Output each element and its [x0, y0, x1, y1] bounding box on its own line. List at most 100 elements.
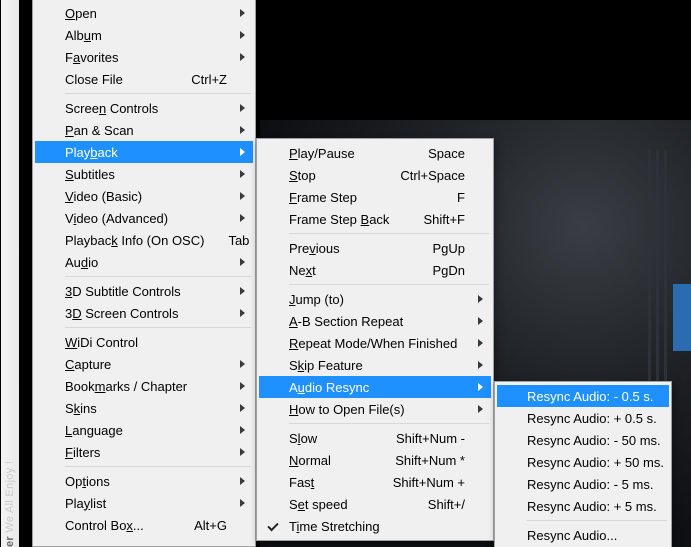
menu-item-set-speed[interactable]: Set speed Shift+/: [259, 493, 491, 515]
menu-separator: [65, 93, 251, 94]
menu-item-album[interactable]: Album: [35, 24, 253, 46]
submenu-arrow-icon: [240, 192, 245, 200]
menu-item-label: Video (Basic): [65, 189, 227, 204]
menu-item-resync-plus-5ms[interactable]: Resync Audio: + 5 ms.: [497, 495, 669, 517]
menu-item-label: Playback Info (On OSC): [65, 233, 204, 248]
submenu-arrow-icon: [478, 339, 483, 347]
menu-separator: [527, 520, 667, 521]
menu-item-label: Subtitles: [65, 167, 227, 182]
menu-item-label: Control Box...: [65, 518, 170, 533]
menu-item-label: Repeat Mode/When Finished: [289, 336, 465, 351]
menu-item-resync-custom[interactable]: Resync Audio...: [497, 524, 669, 546]
menu-item-frame-step-back[interactable]: Frame Step Back Shift+F: [259, 208, 491, 230]
menu-item-stop[interactable]: Stop Ctrl+Space: [259, 164, 491, 186]
submenu-arrow-icon: [240, 9, 245, 17]
submenu-arrow-icon: [478, 383, 483, 391]
menu-item-playlist[interactable]: Playlist: [35, 492, 253, 514]
menu-item-label: Skip Feature: [289, 358, 465, 373]
submenu-arrow-icon: [240, 477, 245, 485]
menu-item-pan-scan[interactable]: Pan & Scan: [35, 119, 253, 141]
menu-item-accelerator: Shift+F: [423, 212, 465, 227]
menu-item-bookmarks[interactable]: Bookmarks / Chapter: [35, 375, 253, 397]
menu-item-playback[interactable]: Playback: [35, 141, 253, 163]
menu-separator: [65, 276, 251, 277]
menu-item-capture[interactable]: Capture: [35, 353, 253, 375]
menu-item-skins[interactable]: Skins: [35, 397, 253, 419]
menu-item-accelerator: PgUp: [432, 241, 465, 256]
menu-item-language[interactable]: Language: [35, 419, 253, 441]
menu-item-label: Resync Audio: + 0.5 s.: [527, 411, 657, 426]
menu-item-previous[interactable]: Previous PgUp: [259, 237, 491, 259]
menu-item-slow[interactable]: Slow Shift+Num -: [259, 427, 491, 449]
playlist-tab-hint[interactable]: [673, 284, 691, 351]
menu-item-next[interactable]: Next PgDn: [259, 259, 491, 281]
menu-item-audio-resync[interactable]: Audio Resync: [259, 376, 491, 398]
menu-item-normal[interactable]: Normal Shift+Num *: [259, 449, 491, 471]
menu-item-label: Resync Audio: - 50 ms.: [527, 433, 661, 448]
menu-item-ab-repeat[interactable]: A-B Section Repeat: [259, 310, 491, 332]
menu-item-label: Resync Audio: - 5 ms.: [527, 477, 653, 492]
menu-item-label: Close File: [65, 72, 167, 87]
menu-item-accelerator: Tab: [228, 233, 249, 248]
menu-item-jump[interactable]: Jump (to): [259, 288, 491, 310]
submenu-arrow-icon: [240, 382, 245, 390]
submenu-arrow-icon: [240, 214, 245, 222]
menu-item-control-box[interactable]: Control Box... Alt+G: [35, 514, 253, 536]
menu-item-resync-minus-50ms[interactable]: Resync Audio: - 50 ms.: [497, 429, 669, 451]
menu-item-label: Screen Controls: [65, 101, 227, 116]
submenu-audio-resync: Resync Audio: - 0.5 s. Resync Audio: + 0…: [494, 381, 672, 547]
menu-separator: [289, 423, 489, 424]
menu-item-label: Album: [65, 28, 227, 43]
menu-item-video-basic[interactable]: Video (Basic): [35, 185, 253, 207]
submenu-arrow-icon: [240, 426, 245, 434]
menu-item-label: 3D Screen Controls: [65, 306, 227, 321]
menu-item-accelerator: Ctrl+Z: [191, 72, 227, 87]
menu-item-accelerator: Shift+Num -: [396, 431, 465, 446]
menu-item-filters[interactable]: Filters: [35, 441, 253, 463]
menu-item-close-file[interactable]: Close File Ctrl+Z: [35, 68, 253, 90]
menu-item-repeat-mode[interactable]: Repeat Mode/When Finished: [259, 332, 491, 354]
menu-item-open[interactable]: Open: [35, 2, 253, 24]
menu-item-skip-feature[interactable]: Skip Feature: [259, 354, 491, 376]
menu-item-resync-minus-0-5s[interactable]: Resync Audio: - 0.5 s.: [497, 385, 669, 407]
menu-item-fast[interactable]: Fast Shift+Num +: [259, 471, 491, 493]
menu-item-label: Resync Audio...: [527, 528, 643, 543]
menu-item-label: Playback: [65, 145, 227, 160]
menu-item-favorites[interactable]: Favorites: [35, 46, 253, 68]
menu-separator: [65, 327, 251, 328]
menu-item-label: Resync Audio: + 5 ms.: [527, 499, 657, 514]
menu-item-accelerator: Alt+G: [194, 518, 227, 533]
menu-item-audio[interactable]: Audio: [35, 251, 253, 273]
menu-item-subtitles[interactable]: Subtitles: [35, 163, 253, 185]
menu-item-label: Language: [65, 423, 227, 438]
menu-item-label: Next: [289, 263, 408, 278]
menu-item-frame-step[interactable]: Frame Step F: [259, 186, 491, 208]
menu-item-label: Jump (to): [289, 292, 465, 307]
menu-item-label: Favorites: [65, 50, 227, 65]
menu-item-video-advanced[interactable]: Video (Advanced): [35, 207, 253, 229]
menu-item-label: 3D Subtitle Controls: [65, 284, 227, 299]
menu-item-screen-controls[interactable]: Screen Controls: [35, 97, 253, 119]
menu-item-resync-minus-5ms[interactable]: Resync Audio: - 5 ms.: [497, 473, 669, 495]
menu-item-accelerator: Ctrl+Space: [400, 168, 465, 183]
menu-separator: [289, 284, 489, 285]
submenu-arrow-icon: [478, 361, 483, 369]
menu-item-resync-plus-50ms[interactable]: Resync Audio: + 50 ms.: [497, 451, 669, 473]
menu-item-widi[interactable]: WiDi Control: [35, 331, 253, 353]
check-icon: [267, 520, 278, 531]
menu-item-playback-info[interactable]: Playback Info (On OSC) Tab: [35, 229, 253, 251]
menu-item-how-to-open[interactable]: How to Open File(s): [259, 398, 491, 420]
menu-item-time-stretching[interactable]: Time Stretching: [259, 515, 491, 537]
menu-item-3d-subtitle[interactable]: 3D Subtitle Controls: [35, 280, 253, 302]
watermark-rest: We All Enjoy !: [4, 461, 16, 536]
menu-item-resync-plus-0-5s[interactable]: Resync Audio: + 0.5 s.: [497, 407, 669, 429]
menu-item-play-pause[interactable]: Play/Pause Space: [259, 142, 491, 164]
menu-item-3d-screen[interactable]: 3D Screen Controls: [35, 302, 253, 324]
menu-item-accelerator: Shift+Num *: [395, 453, 465, 468]
submenu-arrow-icon: [240, 360, 245, 368]
submenu-arrow-icon: [240, 53, 245, 61]
menu-item-label: Stop: [289, 168, 376, 183]
menu-item-label: Skins: [65, 401, 227, 416]
menu-item-options[interactable]: Options: [35, 470, 253, 492]
menu-item-accelerator: Space: [428, 146, 465, 161]
